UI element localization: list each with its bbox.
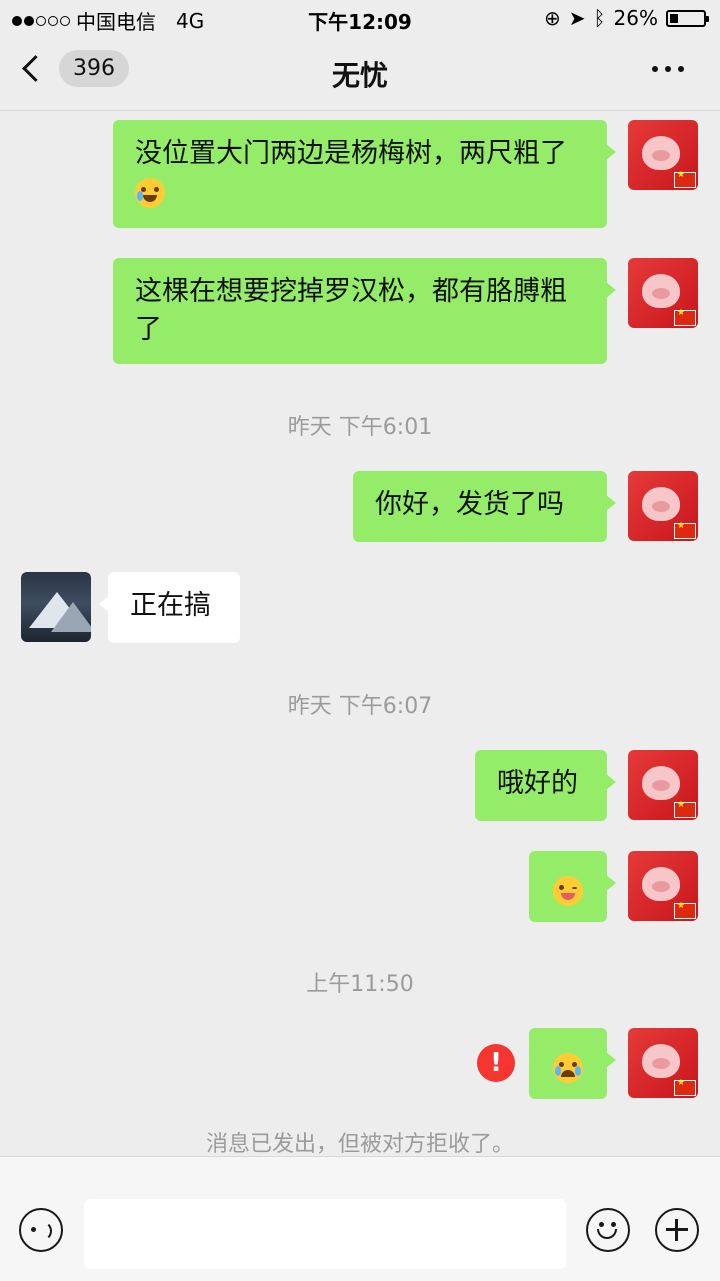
timestamp: 昨天 下午6:01 bbox=[287, 415, 433, 440]
my-avatar[interactable] bbox=[628, 120, 698, 190]
message-bubble-sent[interactable]: 你好，发货了吗 bbox=[353, 471, 616, 542]
message-bubble-sent[interactable] bbox=[529, 851, 616, 922]
message-bubble-sent[interactable] bbox=[529, 1028, 616, 1099]
timestamp: 昨天 下午6:07 bbox=[287, 694, 433, 719]
exclamation-icon[interactable]: ! bbox=[477, 1044, 515, 1082]
chat-header: 396 无忧 bbox=[0, 36, 720, 111]
battery-icon bbox=[666, 9, 709, 27]
my-avatar[interactable] bbox=[628, 851, 698, 921]
message-bubble-received[interactable]: 正在搞 bbox=[99, 572, 240, 643]
add-button[interactable] bbox=[655, 1208, 699, 1252]
laughing-tears-emoji-icon bbox=[135, 177, 165, 208]
more-icon bbox=[652, 66, 658, 72]
china-flag-icon bbox=[674, 521, 696, 539]
bluetooth-icon: ᛒ bbox=[593, 6, 606, 30]
status-bar: 中国电信 4G 下午12:09 ⊕ ➤ ᛒ 26% bbox=[0, 0, 720, 36]
china-flag-icon bbox=[674, 1078, 696, 1096]
message-text: 你好，发货了吗 bbox=[375, 489, 564, 520]
message-bubble-sent[interactable]: 这棵在想要挖掉罗汉松，都有胳膊粗了 bbox=[113, 258, 616, 364]
message-bubble-sent[interactable]: 没位置大门两边是杨梅树，两尺粗了 bbox=[113, 120, 616, 228]
my-avatar[interactable] bbox=[628, 471, 698, 541]
china-flag-icon bbox=[674, 170, 696, 188]
input-bar bbox=[0, 1156, 720, 1281]
china-flag-icon bbox=[674, 308, 696, 326]
battery-percent: 26% bbox=[613, 6, 658, 30]
message-text: 这棵在想要挖掉罗汉松，都有胳膊粗了 bbox=[135, 276, 567, 345]
emoji-icon bbox=[599, 1222, 604, 1227]
voice-button[interactable] bbox=[19, 1208, 63, 1252]
message-text: 正在搞 bbox=[130, 590, 211, 621]
emoji-button[interactable] bbox=[586, 1208, 630, 1252]
my-avatar[interactable] bbox=[628, 1028, 698, 1098]
timestamp: 上午11:50 bbox=[306, 972, 414, 997]
message-text: 哦好的 bbox=[497, 768, 578, 799]
rotation-lock-icon: ⊕ bbox=[544, 6, 561, 30]
china-flag-icon bbox=[674, 800, 696, 818]
message-list[interactable]: 没位置大门两边是杨梅树，两尺粗了 这棵在想要挖掉罗汉松，都有胳膊粗了 昨天 下午… bbox=[0, 111, 720, 1157]
contact-avatar[interactable] bbox=[21, 572, 91, 642]
location-arrow-icon: ➤ bbox=[568, 6, 586, 30]
chat-title: 无忧 bbox=[331, 59, 388, 92]
my-avatar[interactable] bbox=[628, 750, 698, 820]
message-input[interactable] bbox=[84, 1199, 566, 1269]
message-text: 没位置大门两边是杨梅树，两尺粗了 bbox=[135, 138, 567, 169]
my-avatar[interactable] bbox=[628, 258, 698, 328]
more-options-button[interactable] bbox=[652, 66, 684, 72]
rejected-message-notice: 消息已发出，但被对方拒收了。 bbox=[205, 1132, 514, 1157]
loudly-crying-emoji-icon bbox=[553, 1052, 583, 1083]
winking-tongue-emoji-icon bbox=[553, 875, 583, 906]
china-flag-icon bbox=[674, 901, 696, 919]
message-bubble-sent[interactable]: 哦好的 bbox=[475, 750, 616, 821]
